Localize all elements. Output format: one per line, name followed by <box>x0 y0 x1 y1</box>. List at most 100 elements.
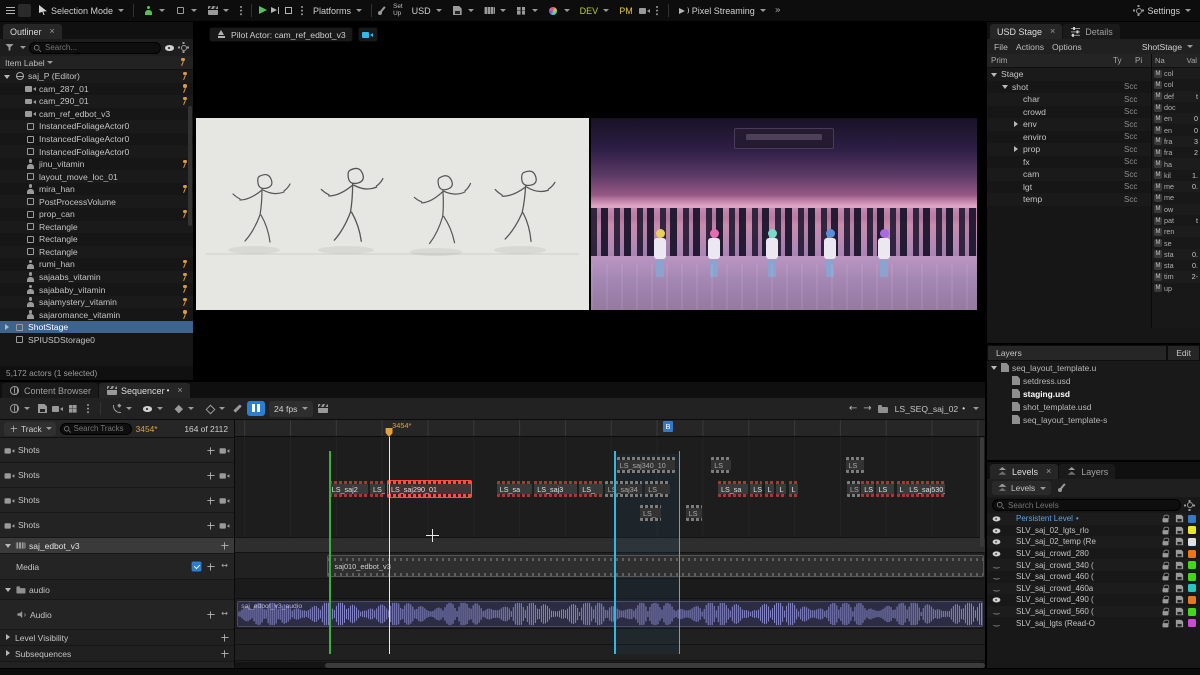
usd-metadata-row[interactable]: M me <box>1152 192 1200 203</box>
outliner-row[interactable]: jinu_vitamin <box>0 158 193 171</box>
add-section-icon[interactable] <box>220 649 230 659</box>
usd-metadata-row[interactable]: M en 0 <box>1152 124 1200 135</box>
expand-caret[interactable] <box>1001 83 1009 91</box>
fit-range-icon[interactable] <box>220 610 230 620</box>
view-options-icon[interactable] <box>164 42 175 53</box>
usd-metadata-row[interactable]: M col <box>1152 79 1200 90</box>
visibility-eye-icon[interactable] <box>992 584 1001 593</box>
level-row[interactable]: SLV_saj_02_temp (Re <box>987 536 1200 548</box>
layers-title[interactable]: Layers <box>987 345 1167 361</box>
outliner-row[interactable]: Rectangle <box>0 221 193 234</box>
lock-icon[interactable] <box>1161 618 1170 627</box>
usd-layer-row[interactable]: setdress.usd <box>987 374 1200 387</box>
level-color-chip[interactable] <box>1188 619 1196 627</box>
curve-editor-dropdown[interactable] <box>108 400 135 417</box>
usd-tree-header[interactable]: Prim Ty Pi <box>987 54 1151 68</box>
outliner-row[interactable]: cam_ref_edbot_v3 <box>0 108 193 121</box>
expand-caret[interactable] <box>1001 390 1009 398</box>
timeline-tracks-area[interactable]: LS_saj340_10 LS LS LS_saj2 LS_ LS_saj290… <box>235 437 985 662</box>
expand-caret[interactable] <box>1001 403 1009 411</box>
pm-button[interactable]: PM <box>615 2 637 19</box>
usd-prim-row[interactable]: prop Scc <box>987 143 1151 156</box>
outliner-settings-icon[interactable] <box>178 42 189 53</box>
expand-caret[interactable] <box>1012 158 1020 166</box>
track-row-audio-folder[interactable]: audio <box>0 580 234 600</box>
level-row[interactable]: SLV_saj_crowd_280 <box>987 548 1200 560</box>
fps-dropdown[interactable]: 24 fps <box>269 401 313 417</box>
level-color-chip[interactable] <box>1188 608 1196 616</box>
visibility-eye-icon[interactable] <box>992 595 1001 604</box>
snapshot-dropdown[interactable] <box>480 2 510 19</box>
sequence-breadcrumb[interactable]: LS_SEQ_saj_02 <box>895 404 959 414</box>
outliner-row[interactable]: InstancedFoliageActor0 <box>0 133 193 146</box>
usd-metadata-row[interactable]: M fra 3 <box>1152 136 1200 147</box>
save-level-icon[interactable] <box>1175 537 1184 546</box>
add-section-icon[interactable] <box>220 633 230 643</box>
level-color-chip[interactable] <box>1188 573 1196 581</box>
expand-caret[interactable] <box>1012 145 1020 153</box>
save-sequence-icon[interactable] <box>37 403 48 414</box>
usd-metadata-row[interactable]: M se <box>1152 237 1200 248</box>
pin-icon[interactable] <box>179 284 190 295</box>
pin-icon[interactable] <box>179 309 190 320</box>
expand-caret[interactable] <box>1005 550 1013 558</box>
play-options-icon[interactable] <box>296 5 307 16</box>
levels-search-input[interactable] <box>992 499 1181 511</box>
expand-caret[interactable] <box>14 248 22 256</box>
close-icon[interactable]: × <box>1050 27 1055 36</box>
camera-lock-icon[interactable] <box>220 495 230 505</box>
outliner-row[interactable]: mira_han <box>0 183 193 196</box>
edit-mode-icon[interactable] <box>232 403 243 414</box>
expand-caret[interactable] <box>990 364 998 372</box>
expand-caret[interactable] <box>14 223 22 231</box>
expand-caret[interactable] <box>1005 573 1013 581</box>
outliner-row[interactable]: ShotStage <box>0 321 193 334</box>
menu-actions[interactable]: Actions <box>1016 42 1044 52</box>
pin-icon[interactable] <box>179 259 190 270</box>
level-color-chip[interactable] <box>1188 515 1196 523</box>
save-level-icon[interactable] <box>1175 560 1184 569</box>
add-section-icon[interactable] <box>206 562 216 572</box>
usd-props-header[interactable]: Na Val <box>1152 54 1200 68</box>
save-level-icon[interactable] <box>1175 584 1184 593</box>
level-color-chip[interactable] <box>1188 526 1196 534</box>
visibility-eye-icon[interactable] <box>992 526 1001 535</box>
visibility-eye-icon[interactable] <box>992 618 1001 627</box>
visibility-dropdown[interactable] <box>139 400 166 417</box>
expand-caret[interactable] <box>1001 416 1009 424</box>
expand-caret[interactable] <box>14 160 22 168</box>
selection-end-line[interactable] <box>679 451 680 654</box>
set-up-button[interactable]: Set Up <box>390 4 406 17</box>
level-color-chip[interactable] <box>1188 538 1196 546</box>
usd-layer-row[interactable]: seq_layout_template.u <box>987 361 1200 374</box>
toolbar-overflow-icon[interactable] <box>235 5 246 16</box>
usd-metadata-row[interactable]: M kil 1. <box>1152 170 1200 181</box>
outliner-row[interactable]: saj_P (Editor) <box>0 70 193 83</box>
usd-prim-row[interactable]: env Scc <box>987 118 1151 131</box>
track-row-media[interactable]: Media <box>0 554 234 580</box>
save-level-icon[interactable] <box>1175 618 1184 627</box>
outliner-row[interactable]: sajamystery_vitamin <box>0 296 193 309</box>
usd-prim-row[interactable]: Stage <box>987 68 1151 81</box>
add-section-icon[interactable] <box>206 610 216 620</box>
outliner-search-input[interactable] <box>29 42 161 54</box>
level-row[interactable]: Persistent Level • <box>987 513 1200 525</box>
camera-tool-icon[interactable] <box>639 5 650 16</box>
lock-icon[interactable] <box>1161 595 1170 604</box>
expand-caret[interactable] <box>1005 526 1013 534</box>
expand-caret[interactable] <box>1005 515 1013 523</box>
outliner-row[interactable]: layout_move_loc_01 <box>0 170 193 183</box>
outliner-row[interactable]: InstancedFoliageActor0 <box>0 120 193 133</box>
track-row-level-visibility[interactable]: Level Visibility <box>0 630 234 646</box>
menu-icon[interactable] <box>5 5 16 16</box>
lock-icon[interactable] <box>1161 526 1170 535</box>
outliner-row[interactable]: InstancedFoliageActor0 <box>0 145 193 158</box>
level-row[interactable]: SLV_saj_crowd_340 ( <box>987 559 1200 571</box>
stop-button[interactable] <box>283 5 294 16</box>
tools-overflow-icon[interactable] <box>652 5 663 16</box>
add-section-icon[interactable] <box>220 541 230 551</box>
expand-caret[interactable] <box>14 235 22 243</box>
track-row-shots[interactable]: Shots <box>0 513 234 538</box>
color-tools-dropdown[interactable] <box>544 2 574 19</box>
outliner-row[interactable]: PostProcessVolume <box>0 195 193 208</box>
